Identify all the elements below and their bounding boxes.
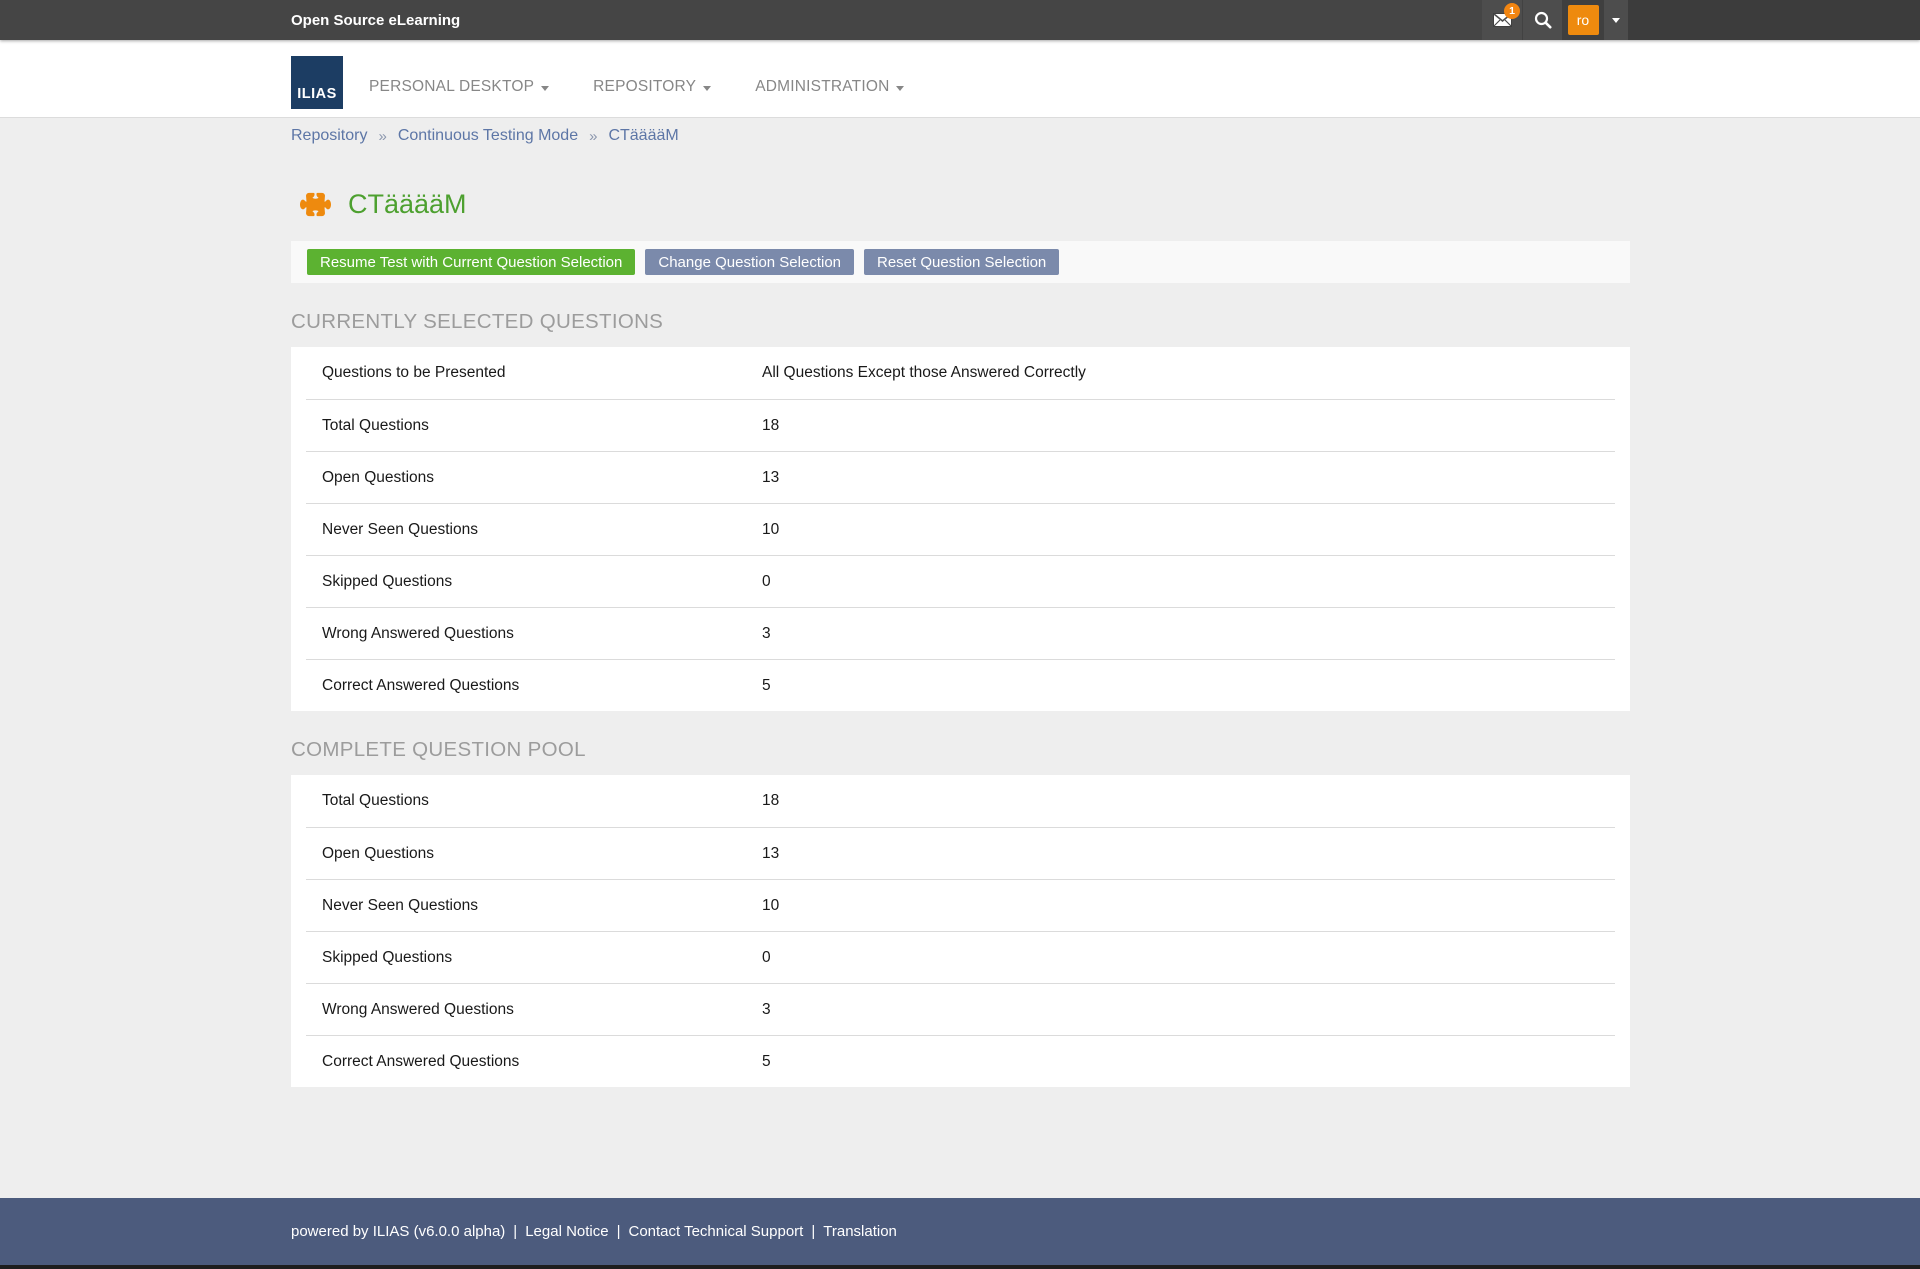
topbar-actions: 1 ro <box>1482 0 1628 40</box>
footer-separator: | <box>617 1223 621 1240</box>
table-row: Total Questions 18 <box>306 399 1615 451</box>
chevron-down-icon <box>541 86 549 91</box>
table-row: Skipped Questions 0 <box>306 555 1615 607</box>
menu-repository[interactable]: REPOSITORY <box>593 78 711 117</box>
row-label: Never Seen Questions <box>322 521 762 539</box>
mail-badge: 1 <box>1504 3 1520 19</box>
row-label: Wrong Answered Questions <box>322 1001 762 1019</box>
change-question-selection-button[interactable]: Change Question Selection <box>645 249 854 275</box>
row-value: 13 <box>762 469 779 487</box>
page-title: CTääääM <box>348 189 467 220</box>
row-label: Never Seen Questions <box>322 897 762 915</box>
row-value: 13 <box>762 845 779 863</box>
user-menu-button[interactable]: ro <box>1562 0 1604 40</box>
row-value: All Questions Except those Answered Corr… <box>762 364 1086 382</box>
currently-selected-questions-table: Questions to be Presented All Questions … <box>291 347 1630 711</box>
section-heading-complete-pool: COMPLETE QUESTION POOL <box>291 738 1630 762</box>
table-row: Correct Answered Questions 5 <box>306 659 1615 711</box>
row-label: Total Questions <box>322 417 762 435</box>
menu-item-label: REPOSITORY <box>593 78 696 96</box>
table-row: Open Questions 13 <box>306 827 1615 879</box>
row-value: 5 <box>762 677 771 695</box>
main-menu: PERSONAL DESKTOP REPOSITORY ADMINISTRATI… <box>369 78 948 117</box>
footer-bottom-strip <box>0 1265 1920 1269</box>
user-dropdown-toggle[interactable] <box>1604 0 1628 40</box>
main-navbar: ILIAS PERSONAL DESKTOP REPOSITORY ADMINI… <box>0 40 1920 118</box>
section-heading-currently-selected: CURRENTLY SELECTED QUESTIONS <box>291 310 1630 334</box>
row-value: 10 <box>762 897 779 915</box>
row-value: 3 <box>762 625 771 643</box>
row-value: 0 <box>762 949 771 967</box>
menu-item-label: PERSONAL DESKTOP <box>369 78 534 96</box>
search-button[interactable] <box>1522 0 1562 40</box>
menu-administration[interactable]: ADMINISTRATION <box>755 78 904 117</box>
chevron-down-icon <box>1612 18 1620 23</box>
table-row: Correct Answered Questions 5 <box>306 1035 1615 1087</box>
user-avatar: ro <box>1568 5 1599 35</box>
complete-question-pool-table: Total Questions 18 Open Questions 13 Nev… <box>291 775 1630 1087</box>
page-header: CTääääM <box>291 189 1630 220</box>
row-label: Total Questions <box>322 792 762 810</box>
row-value: 18 <box>762 792 779 810</box>
row-label: Correct Answered Questions <box>322 677 762 695</box>
installation-title: Open Source eLearning <box>291 0 460 40</box>
mail-button[interactable]: 1 <box>1482 0 1522 40</box>
ilias-logo[interactable]: ILIAS <box>291 56 343 109</box>
menu-item-label: ADMINISTRATION <box>755 78 889 96</box>
footer-separator: | <box>811 1223 815 1240</box>
footer-bar: powered by ILIAS (v6.0.0 alpha) | Legal … <box>0 1198 1920 1265</box>
reset-question-selection-button[interactable]: Reset Question Selection <box>864 249 1059 275</box>
breadcrumb-continuous-testing-mode[interactable]: Continuous Testing Mode <box>398 127 578 145</box>
row-value: 10 <box>762 521 779 539</box>
table-row: Never Seen Questions 10 <box>306 879 1615 931</box>
table-row: Total Questions 18 <box>306 775 1615 827</box>
legal-notice-link[interactable]: Legal Notice <box>525 1223 608 1240</box>
table-row: Wrong Answered Questions 3 <box>306 607 1615 659</box>
contact-support-link[interactable]: Contact Technical Support <box>629 1223 804 1240</box>
breadcrumb: Repository » Continuous Testing Mode » C… <box>291 118 1630 145</box>
footer-separator: | <box>513 1223 517 1240</box>
row-label: Open Questions <box>322 845 762 863</box>
topbar-right-spacer <box>1628 0 1920 40</box>
top-bar: Open Source eLearning 1 ro <box>0 0 1920 40</box>
chevron-down-icon <box>896 86 904 91</box>
row-label: Skipped Questions <box>322 949 762 967</box>
resume-test-button[interactable]: Resume Test with Current Question Select… <box>307 249 635 275</box>
breadcrumb-current-page: CTääääM <box>608 127 678 145</box>
table-row: Open Questions 13 <box>306 451 1615 503</box>
breadcrumb-repository[interactable]: Repository <box>291 127 367 145</box>
ilias-page: Open Source eLearning 1 ro <box>0 0 1920 1269</box>
table-row: Questions to be Presented All Questions … <box>306 347 1615 399</box>
row-label: Open Questions <box>322 469 762 487</box>
breadcrumb-separator: » <box>589 128 597 145</box>
table-row: Skipped Questions 0 <box>306 931 1615 983</box>
puzzle-piece-icon <box>300 189 331 220</box>
row-value: 5 <box>762 1053 771 1071</box>
translation-link[interactable]: Translation <box>823 1223 897 1240</box>
row-label: Skipped Questions <box>322 573 762 591</box>
ilias-logo-text: ILIAS <box>297 86 337 109</box>
powered-by-text: powered by ILIAS (v6.0.0 alpha) <box>291 1223 505 1240</box>
row-label: Wrong Answered Questions <box>322 625 762 643</box>
row-value: 3 <box>762 1001 771 1019</box>
row-label: Correct Answered Questions <box>322 1053 762 1071</box>
toolbar: Resume Test with Current Question Select… <box>291 241 1630 283</box>
row-value: 0 <box>762 573 771 591</box>
footer: powered by ILIAS (v6.0.0 alpha) | Legal … <box>0 1198 1920 1269</box>
menu-personal-desktop[interactable]: PERSONAL DESKTOP <box>369 78 549 117</box>
content-container: Repository » Continuous Testing Mode » C… <box>291 118 1630 1087</box>
table-row: Wrong Answered Questions 3 <box>306 983 1615 1035</box>
row-value: 18 <box>762 417 779 435</box>
chevron-down-icon <box>703 86 711 91</box>
row-label: Questions to be Presented <box>322 364 762 382</box>
breadcrumb-separator: » <box>378 128 386 145</box>
table-row: Never Seen Questions 10 <box>306 503 1615 555</box>
search-icon <box>1534 11 1552 29</box>
